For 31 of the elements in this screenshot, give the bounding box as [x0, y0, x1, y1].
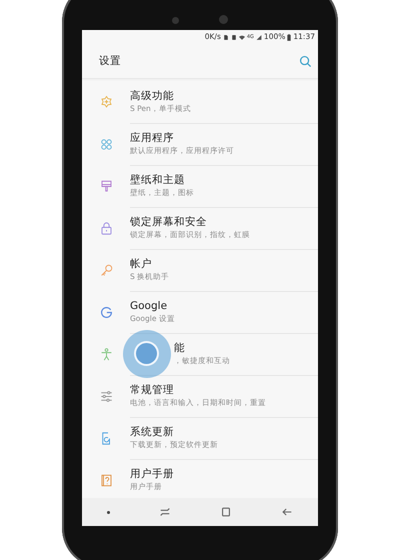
item-title: 用户手册 — [130, 467, 175, 481]
item-title: Google — [130, 299, 168, 313]
gear-icon — [98, 94, 114, 110]
search-icon[interactable] — [299, 54, 312, 68]
camera-icon — [172, 17, 179, 24]
back-icon[interactable] — [281, 506, 294, 518]
item-title: 系统更新 — [130, 425, 175, 439]
circles-icon — [98, 136, 114, 152]
sliders-icon — [98, 388, 114, 404]
item-title: 应用程序 — [130, 131, 175, 145]
item-title: 常规管理 — [130, 383, 175, 397]
sim-icon — [222, 34, 229, 40]
page-title: 设置 — [99, 54, 121, 68]
item-title: 帐户 — [130, 257, 153, 271]
key-icon — [98, 262, 114, 278]
recents-icon[interactable] — [158, 506, 171, 518]
item-title: 能 — [174, 341, 186, 355]
home-icon[interactable] — [220, 506, 232, 518]
book-icon — [98, 472, 114, 488]
wifi-icon — [238, 34, 245, 40]
person-icon — [98, 346, 114, 362]
g-letter-icon — [98, 304, 114, 320]
brush-icon — [98, 178, 114, 194]
item-title: 壁纸和主题 — [130, 173, 186, 187]
item-title: 高级功能 — [130, 89, 175, 103]
dot-icon — [106, 510, 110, 514]
camera-icon — [219, 15, 228, 24]
battery-icon — [287, 34, 292, 40]
item-title: 锁定屏幕和安全 — [130, 215, 208, 229]
signal-icon — [256, 34, 262, 40]
lock-icon — [98, 220, 114, 236]
